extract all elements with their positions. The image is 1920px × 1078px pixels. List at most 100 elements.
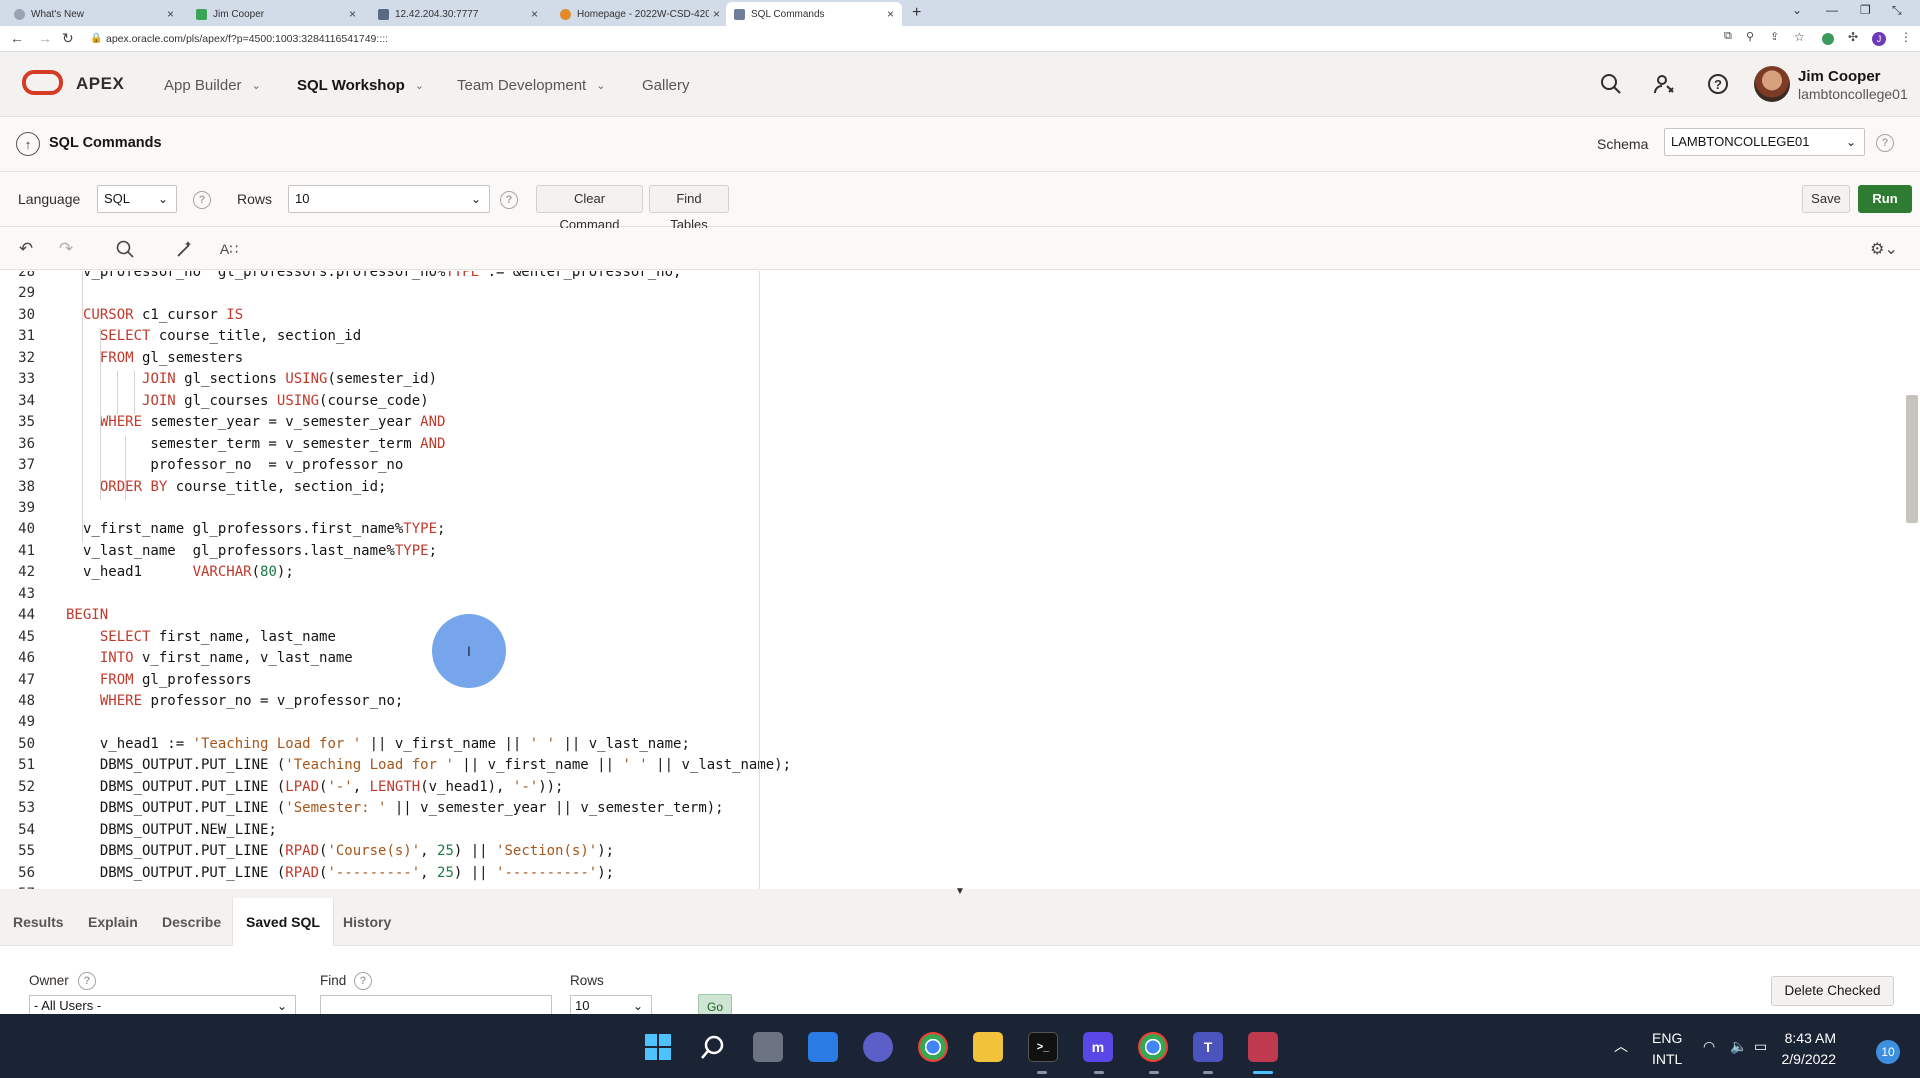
code-line[interactable]: DBMS_OUTPUT.PUT_LINE (RPAD('---------', … — [83, 865, 614, 881]
user-workspace[interactable]: lambtoncollege01 — [1798, 86, 1908, 102]
chrome-icon[interactable] — [918, 1032, 948, 1062]
schema-select[interactable]: LAMBTONCOLLEGE01 ⌄ — [1664, 128, 1865, 156]
nav-team-development[interactable]: Team Development ⌄ — [457, 77, 605, 94]
tab-describe[interactable]: Describe — [149, 898, 234, 946]
redo-icon[interactable]: ↷ — [55, 238, 77, 260]
code-line[interactable]: FROM gl_professors — [83, 672, 252, 688]
tab-explain[interactable]: Explain — [75, 898, 151, 946]
terminal-icon[interactable]: >_ — [1028, 1032, 1058, 1062]
collapse-icon[interactable]: ⤡ — [1892, 3, 1902, 18]
tab-saved-sql[interactable]: Saved SQL — [232, 898, 334, 946]
code-line[interactable]: v_head1 VARCHAR(80); — [83, 564, 294, 580]
code-area[interactable]: 28 v_professor_no gl_professors.professor… — [0, 271, 791, 889]
reload-icon[interactable]: ↻ — [62, 30, 74, 47]
url-field[interactable]: 🔒 apex.oracle.com/pls/apex/f?p=4500:1003… — [90, 31, 1710, 47]
teams-icon[interactable]: T — [1193, 1032, 1223, 1062]
file-explorer-icon[interactable] — [973, 1032, 1003, 1062]
code-line[interactable]: CURSOR c1_cursor IS — [83, 307, 243, 323]
tab-search-icon[interactable]: ⌄ — [1792, 3, 1802, 17]
code-line[interactable]: DBMS_OUTPUT.PUT_LINE (RPAD('Course(s)', … — [83, 843, 614, 859]
code-line[interactable]: v_professor_no gl_professors.professor_n… — [83, 271, 681, 280]
close-icon[interactable]: × — [349, 7, 356, 21]
code-line[interactable]: BEGIN — [66, 607, 108, 623]
run-button[interactable]: Run — [1858, 185, 1912, 213]
puzzle-icon[interactable]: ✣ — [1848, 30, 1858, 44]
wifi-icon[interactable]: ◠ — [1703, 1038, 1715, 1055]
mastodon-icon[interactable]: m — [1083, 1032, 1113, 1062]
help-icon[interactable]: ? — [193, 191, 211, 209]
code-editor[interactable]: 28 v_professor_no gl_professors.professor… — [0, 271, 1920, 889]
clock-date[interactable]: 2/9/2022 — [1756, 1051, 1837, 1067]
code-line[interactable]: v_first_name gl_professors.first_name%TY… — [83, 521, 445, 537]
chat-icon[interactable] — [863, 1032, 893, 1062]
arrow-up-icon[interactable]: ↑ — [16, 132, 40, 156]
browser-tab-jim-cooper[interactable]: Jim Cooper × — [188, 2, 364, 26]
code-line[interactable]: SELECT first_name, last_name — [83, 629, 336, 645]
delete-checked-button[interactable]: Delete Checked — [1771, 976, 1894, 1006]
code-line[interactable]: JOIN gl_sections USING(semester_id) — [83, 371, 437, 387]
code-line[interactable]: INTO v_first_name, v_last_name — [83, 650, 353, 666]
menu-dots-icon[interactable]: ⋮ — [1900, 30, 1912, 44]
browser-tab-sql-commands[interactable]: SQL Commands × — [726, 2, 902, 26]
minimize-icon[interactable]: — — [1826, 3, 1838, 17]
tab-history[interactable]: History — [330, 898, 404, 946]
code-line[interactable]: DBMS_OUTPUT.PUT_LINE ('Semester: ' || v_… — [83, 800, 724, 816]
code-line[interactable]: semester_term = v_semester_term AND — [83, 436, 445, 452]
rows-select[interactable]: 10 ⌄ — [288, 185, 490, 213]
help-icon[interactable]: ? — [1704, 70, 1732, 98]
oracle-logo-icon[interactable] — [22, 70, 63, 95]
undo-icon[interactable]: ↶ — [15, 238, 37, 260]
apex-brand[interactable]: APEX — [76, 74, 124, 94]
close-icon[interactable]: × — [531, 7, 538, 21]
close-icon[interactable]: × — [713, 7, 720, 21]
rows-select[interactable]: 10 ⌄ — [570, 995, 652, 1015]
user-name[interactable]: Jim Cooper — [1798, 68, 1881, 85]
task-view-icon[interactable] — [753, 1032, 783, 1062]
zoom-icon[interactable]: ⚲ — [1746, 30, 1754, 43]
open-external-icon[interactable]: ⧉ — [1724, 30, 1732, 43]
language-indicator[interactable]: ENG — [1652, 1030, 1682, 1046]
code-line[interactable]: ORDER BY course_title, section_id; — [83, 479, 387, 495]
search-icon[interactable] — [698, 1032, 728, 1062]
settings-gear-icon[interactable]: ⚙⌄ — [1866, 238, 1902, 260]
magic-wand-icon[interactable] — [174, 238, 196, 260]
code-line[interactable]: FROM gl_semesters — [83, 350, 243, 366]
back-icon[interactable]: ← — [10, 30, 24, 46]
widgets-icon[interactable] — [808, 1032, 838, 1062]
tab-results[interactable]: Results — [0, 898, 77, 946]
go-button[interactable]: Go — [698, 994, 732, 1016]
code-line[interactable]: WHERE professor_no = v_professor_no; — [83, 693, 403, 709]
close-icon[interactable]: × — [887, 7, 894, 21]
volume-icon[interactable]: 🔈 — [1730, 1038, 1747, 1055]
code-line[interactable]: DBMS_OUTPUT.PUT_LINE (LPAD('-', LENGTH(v… — [83, 779, 564, 795]
help-icon[interactable]: ? — [354, 972, 372, 990]
help-icon[interactable]: ? — [1876, 134, 1894, 152]
notification-badge[interactable]: 10 — [1876, 1040, 1900, 1064]
keyboard-layout[interactable]: INTL — [1652, 1051, 1682, 1067]
extension-icon[interactable] — [1822, 33, 1834, 45]
search-icon[interactable] — [114, 238, 136, 260]
nav-sql-workshop[interactable]: SQL Workshop ⌄ — [297, 77, 424, 94]
chrome-profile-icon[interactable] — [1138, 1032, 1168, 1062]
forward-icon[interactable]: → — [38, 30, 52, 46]
chevron-up-icon[interactable]: ︿ — [1614, 1036, 1628, 1056]
code-line[interactable]: WHERE semester_year = v_semester_year AN… — [83, 414, 446, 430]
code-line[interactable]: DBMS_OUTPUT.PUT_LINE ('Teaching Load for… — [83, 757, 791, 773]
code-line[interactable]: v_last_name gl_professors.last_name%TYPE… — [83, 543, 437, 559]
nav-app-builder[interactable]: App Builder ⌄ — [164, 77, 261, 94]
browser-tab-whats-new[interactable]: What's New × — [6, 2, 182, 26]
search-icon[interactable] — [1597, 70, 1625, 98]
nav-gallery[interactable]: Gallery — [642, 77, 690, 94]
editor-scrollbar[interactable] — [1906, 395, 1918, 523]
clock-time[interactable]: 8:43 AM — [1776, 1030, 1836, 1046]
code-line[interactable]: SELECT course_title, section_id — [83, 328, 361, 344]
save-button[interactable]: Save — [1802, 185, 1850, 213]
admin-user-icon[interactable] — [1650, 70, 1678, 98]
panel-splitter[interactable]: ▼ — [0, 886, 1920, 898]
owner-select[interactable]: - All Users - ⌄ — [29, 995, 296, 1015]
windows-start-icon[interactable] — [643, 1032, 673, 1062]
language-select[interactable]: SQL ⌄ — [97, 185, 177, 213]
browser-tab-homepage[interactable]: Homepage - 2022W-CSD-4203-... × — [552, 2, 728, 26]
find-input[interactable] — [320, 995, 552, 1015]
share-icon[interactable]: ⇪ — [1770, 30, 1779, 43]
